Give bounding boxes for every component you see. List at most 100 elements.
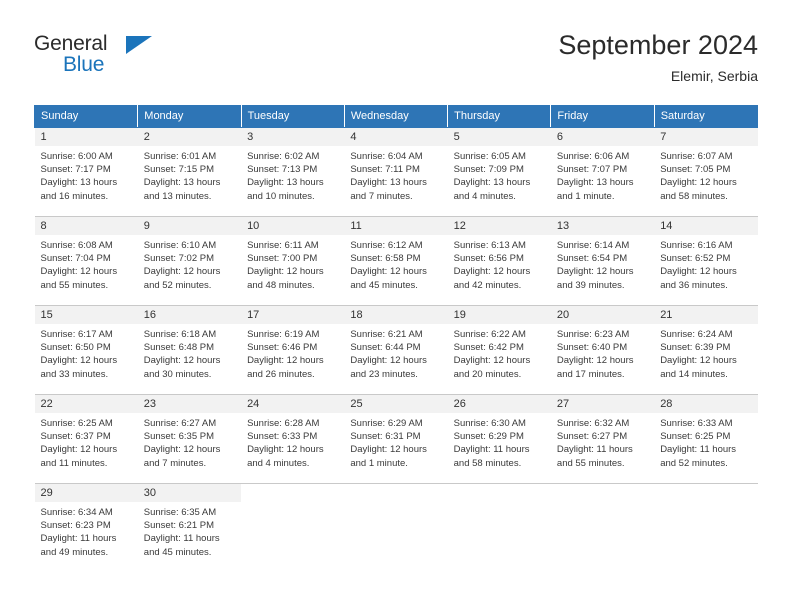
daylight-duration-line1: Daylight: 12 hours	[247, 355, 324, 367]
calendar-day-cell[interactable]: 4 Sunrise: 6:04 AM Sunset: 7:11 PM Daylight…	[344, 127, 448, 217]
calendar-day-cell[interactable]: 13 Sunrise: 6:14 AM Sunset: 6:54 PM Dayligh…	[550, 216, 655, 306]
day-number: 4	[344, 128, 448, 146]
daylight-duration-line1: Daylight: 12 hours	[660, 355, 737, 367]
daylight-duration-line1: Daylight: 12 hours	[247, 266, 324, 278]
day-number	[654, 484, 757, 502]
day-number: 8	[34, 217, 138, 235]
day-details: Sunrise: 6:00 AM Sunset: 7:17 PM Daylight:…	[35, 146, 138, 203]
calendar-day-cell[interactable]: 30 Sunrise: 6:35 AM Sunset: 6:21 PM Dayligh…	[137, 483, 242, 573]
calendar-day-cell[interactable]: 7 Sunrise: 6:07 AM Sunset: 7:05 PM Daylight…	[654, 127, 758, 217]
calendar-day-cell[interactable]: 8 Sunrise: 6:08 AM Sunset: 7:04 PM Daylight…	[34, 216, 138, 306]
day-details: Sunrise: 6:22 AM Sunset: 6:42 PM Daylight:…	[448, 324, 551, 381]
daylight-duration-line1: Daylight: 12 hours	[143, 444, 221, 456]
day-number: 1	[34, 128, 138, 146]
day-number: 17	[241, 306, 345, 324]
day-details: Sunrise: 6:32 AM Sunset: 6:27 PM Daylight:…	[551, 413, 654, 470]
daylight-duration-line2: and 52 minutes.	[143, 279, 212, 291]
calendar-day-cell[interactable]: 6 Sunrise: 6:06 AM Sunset: 7:07 PM Daylight…	[550, 127, 655, 217]
calendar-day-cell[interactable]: 17 Sunrise: 6:19 AM Sunset: 6:46 PM Dayligh…	[241, 305, 345, 395]
weekday-header-tuesday: Tuesday	[240, 105, 345, 128]
calendar-day-cell[interactable]: 29 Sunrise: 6:34 AM Sunset: 6:23 PM Dayligh…	[34, 483, 138, 573]
day-number	[551, 484, 654, 502]
day-details: Sunrise: 6:13 AM Sunset: 6:56 PM Daylight:…	[448, 235, 551, 292]
calendar-day-cell-empty	[344, 483, 448, 573]
daylight-duration-line1: Daylight: 13 hours	[40, 177, 118, 189]
calendar-day-cell[interactable]: 11 Sunrise: 6:12 AM Sunset: 6:58 PM Dayligh…	[344, 216, 448, 306]
calendar-day-cell[interactable]: 27 Sunrise: 6:32 AM Sunset: 6:27 PM Dayligh…	[550, 394, 655, 484]
brand-name-blue: Blue	[63, 53, 105, 76]
calendar-day-cell[interactable]: 5 Sunrise: 6:05 AM Sunset: 7:09 PM Daylight…	[447, 127, 551, 217]
calendar-day-cell[interactable]: 15 Sunrise: 6:17 AM Sunset: 6:50 PM Dayligh…	[34, 305, 138, 395]
daylight-duration-line2: and 11 minutes.	[40, 457, 108, 469]
calendar-day-cell[interactable]: 22 Sunrise: 6:25 AM Sunset: 6:37 PM Dayligh…	[34, 394, 138, 484]
sunset-time: Sunset: 6:48 PM	[143, 342, 215, 354]
calendar-day-cell[interactable]: 12 Sunrise: 6:13 AM Sunset: 6:56 PM Dayligh…	[447, 216, 551, 306]
calendar-day-cell[interactable]: 23 Sunrise: 6:27 AM Sunset: 6:35 PM Dayligh…	[137, 394, 242, 484]
sunrise-time: Sunrise: 6:34 AM	[40, 507, 113, 518]
page-subtitle: Elemir, Serbia	[670, 68, 758, 84]
sunset-time: Sunset: 7:09 PM	[453, 164, 524, 176]
sunset-time: Sunset: 6:46 PM	[247, 342, 318, 354]
calendar-day-cell[interactable]: 14 Sunrise: 6:16 AM Sunset: 6:52 PM Dayligh…	[654, 216, 758, 306]
day-number	[448, 484, 551, 502]
daylight-duration-line1: Daylight: 12 hours	[40, 266, 118, 278]
daylight-duration-line1: Daylight: 12 hours	[660, 177, 737, 189]
daylight-duration-line1: Daylight: 13 hours	[143, 177, 221, 189]
daylight-duration-line2: and 1 minute.	[556, 190, 615, 202]
calendar-week-row: 29 Sunrise: 6:34 AM Sunset: 6:23 PM Dayligh…	[34, 483, 758, 573]
sunrise-time: Sunrise: 6:07 AM	[660, 151, 733, 162]
calendar-day-cell[interactable]: 9 Sunrise: 6:10 AM Sunset: 7:02 PM Daylight…	[137, 216, 242, 306]
sunset-time: Sunset: 7:17 PM	[40, 164, 111, 176]
calendar-day-cell[interactable]: 1 Sunrise: 6:00 AM Sunset: 7:17 PM Daylight…	[34, 127, 138, 217]
daylight-duration-line1: Daylight: 13 hours	[247, 177, 324, 189]
day-details: Sunrise: 6:28 AM Sunset: 6:33 PM Daylight:…	[241, 413, 344, 470]
daylight-duration-line2: and 4 minutes.	[247, 457, 310, 469]
sunrise-time: Sunrise: 6:10 AM	[143, 240, 217, 251]
day-number: 19	[447, 306, 551, 324]
calendar-day-cell[interactable]: 16 Sunrise: 6:18 AM Sunset: 6:48 PM Dayligh…	[137, 305, 242, 395]
day-details: Sunrise: 6:25 AM Sunset: 6:37 PM Daylight:…	[35, 413, 138, 470]
daylight-duration-line2: and 45 minutes.	[143, 546, 212, 558]
day-details: Sunrise: 6:01 AM Sunset: 7:15 PM Daylight:…	[138, 146, 241, 203]
calendar-day-cell[interactable]: 26 Sunrise: 6:30 AM Sunset: 6:29 PM Dayligh…	[447, 394, 551, 484]
calendar-day-cell[interactable]: 3 Sunrise: 6:02 AM Sunset: 7:13 PM Daylight…	[241, 127, 345, 217]
daylight-duration-line2: and 4 minutes.	[453, 190, 516, 202]
day-details: Sunrise: 6:17 AM Sunset: 6:50 PM Daylight:…	[35, 324, 138, 381]
sunrise-time: Sunrise: 6:06 AM	[556, 151, 630, 162]
daylight-duration-line2: and 7 minutes.	[350, 190, 413, 202]
daylight-duration-line1: Daylight: 11 hours	[660, 444, 737, 456]
calendar-day-cell[interactable]: 20 Sunrise: 6:23 AM Sunset: 6:40 PM Dayligh…	[550, 305, 655, 395]
page-title: September 2024	[558, 30, 758, 60]
sunset-time: Sunset: 6:23 PM	[40, 520, 111, 532]
sunset-time: Sunset: 6:39 PM	[660, 342, 731, 354]
daylight-duration-line1: Daylight: 11 hours	[556, 444, 633, 456]
sunset-time: Sunset: 6:35 PM	[143, 431, 215, 443]
day-number: 28	[654, 395, 758, 413]
calendar-day-cell[interactable]: 18 Sunrise: 6:21 AM Sunset: 6:44 PM Dayligh…	[344, 305, 448, 395]
calendar-day-cell[interactable]: 19 Sunrise: 6:22 AM Sunset: 6:42 PM Dayligh…	[447, 305, 551, 395]
daylight-duration-line1: Daylight: 12 hours	[350, 266, 427, 278]
daylight-duration-line1: Daylight: 12 hours	[453, 355, 531, 367]
day-number: 5	[447, 128, 551, 146]
calendar-day-cell[interactable]: 2 Sunrise: 6:01 AM Sunset: 7:15 PM Daylight…	[137, 127, 242, 217]
sunrise-sunset-calendar: Sunday Monday Tuesday Wednesday Thursday…	[33, 105, 759, 573]
sunset-time: Sunset: 6:54 PM	[556, 253, 628, 265]
sunrise-time: Sunrise: 6:01 AM	[143, 151, 217, 162]
day-number: 23	[137, 395, 242, 413]
calendar-day-cell[interactable]: 10 Sunrise: 6:11 AM Sunset: 7:00 PM Dayligh…	[241, 216, 345, 306]
calendar-day-cell[interactable]: 25 Sunrise: 6:29 AM Sunset: 6:31 PM Dayligh…	[344, 394, 448, 484]
daylight-duration-line2: and 49 minutes.	[40, 546, 109, 558]
calendar-day-cell[interactable]: 24 Sunrise: 6:28 AM Sunset: 6:33 PM Dayligh…	[241, 394, 345, 484]
calendar-day-cell-empty	[241, 483, 345, 573]
day-number: 22	[34, 395, 138, 413]
brand-logo[interactable]: General Blue	[34, 32, 164, 84]
calendar-day-cell[interactable]: 28 Sunrise: 6:33 AM Sunset: 6:25 PM Dayligh…	[654, 394, 758, 484]
daylight-duration-line1: Daylight: 12 hours	[40, 355, 118, 367]
calendar-day-cell[interactable]: 21 Sunrise: 6:24 AM Sunset: 6:39 PM Dayligh…	[654, 305, 758, 395]
daylight-duration-line2: and 30 minutes.	[143, 368, 212, 380]
day-number: 15	[34, 306, 138, 324]
daylight-duration-line1: Daylight: 12 hours	[247, 444, 324, 456]
day-details: Sunrise: 6:21 AM Sunset: 6:44 PM Daylight:…	[344, 324, 447, 381]
day-number: 6	[550, 128, 655, 146]
sunrise-time: Sunrise: 6:16 AM	[660, 240, 733, 251]
